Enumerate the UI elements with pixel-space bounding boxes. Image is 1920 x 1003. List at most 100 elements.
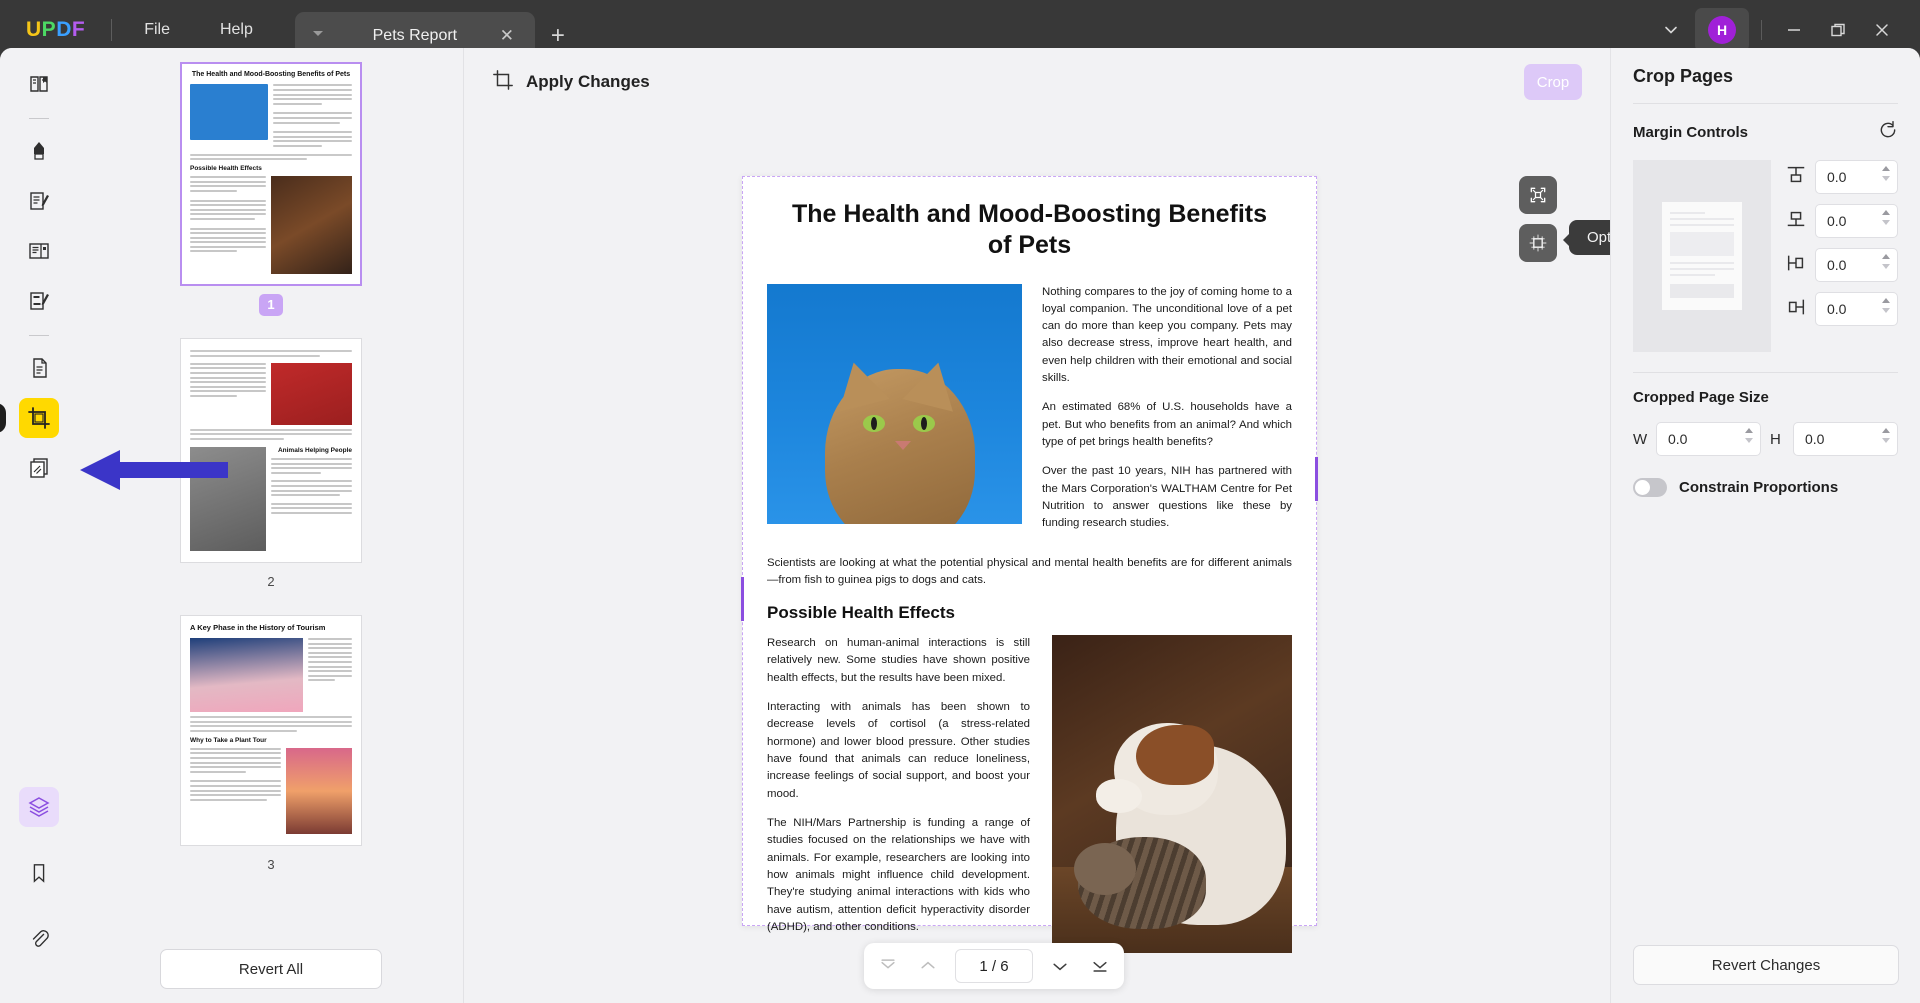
margin-right-input[interactable]: 0.0 — [1815, 292, 1898, 326]
margin-bottom-icon — [1785, 208, 1807, 235]
sidebar-page-layout-icon[interactable] — [19, 231, 59, 271]
rail-separator-1 — [29, 118, 49, 119]
crop-options-button[interactable]: Options — [1519, 220, 1610, 262]
margin-top-row: 0.0 — [1785, 160, 1898, 194]
crop-move-button[interactable] — [1519, 176, 1557, 214]
attachment-icon[interactable] — [19, 919, 59, 959]
chevron-down-icon[interactable] — [1649, 8, 1693, 52]
next-page-button[interactable] — [1043, 949, 1077, 983]
thumb-3-subtitle: Why to Take a Plant Tour — [190, 736, 267, 744]
dog-and-cat-photo — [1052, 634, 1292, 953]
margin-top-input[interactable]: 0.0 — [1815, 160, 1898, 194]
revert-changes-button[interactable]: Revert Changes — [1633, 945, 1899, 985]
first-page-button[interactable] — [871, 949, 905, 983]
margin-left-input[interactable]: 0.0 — [1815, 248, 1898, 282]
height-stepper[interactable] — [1882, 428, 1890, 443]
page-number-input[interactable]: 1 / 6 — [955, 949, 1033, 983]
menu-file[interactable]: File — [126, 13, 188, 47]
margin-top-value: 0.0 — [1827, 169, 1847, 185]
menu-help[interactable]: Help — [202, 13, 271, 47]
sidebar-form-icon[interactable] — [19, 281, 59, 321]
margin-bottom-stepper[interactable] — [1882, 210, 1890, 225]
cropped-page-size-header: Cropped Page Size — [1633, 389, 1898, 406]
thumbnail-number-3: 3 — [267, 856, 275, 872]
crop-button[interactable]: Crop — [1524, 64, 1582, 100]
revert-all-button[interactable]: Revert All — [160, 949, 382, 989]
margin-bottom-row: 0.0 — [1785, 204, 1898, 238]
pdf-page-1[interactable]: The Health and Mood-Boosting Benefits of… — [741, 176, 1318, 953]
margin-top-icon — [1785, 164, 1807, 191]
constrain-proportions-row[interactable]: Constrain Proportions — [1633, 478, 1898, 497]
constrain-proportions-label: Constrain Proportions — [1679, 479, 1839, 496]
margin-bottom-input[interactable]: 0.0 — [1815, 204, 1898, 238]
height-label: H — [1770, 430, 1781, 448]
bookmark-icon[interactable] — [19, 853, 59, 893]
document-paragraph-3: Over the past 10 years, NIH has partnere… — [1042, 465, 1292, 530]
margin-right-stepper[interactable] — [1882, 298, 1890, 313]
crop-apply-icon — [492, 69, 514, 96]
logo-divider — [111, 19, 113, 41]
panel-divider-1 — [1633, 103, 1898, 104]
tab-title: Pets Report — [372, 27, 458, 44]
margin-right-icon — [1785, 296, 1807, 323]
tab-close-icon[interactable]: ✕ — [497, 26, 517, 46]
previous-page-button[interactable] — [911, 949, 945, 983]
constrain-proportions-toggle[interactable] — [1633, 478, 1667, 497]
reset-margins-icon[interactable] — [1878, 120, 1898, 144]
tab-dropdown-caret-icon[interactable] — [312, 31, 323, 36]
margin-left-row: 0.0 — [1785, 248, 1898, 282]
last-page-button[interactable] — [1083, 949, 1117, 983]
layers-icon[interactable] — [19, 787, 59, 827]
apply-changes-button[interactable]: Apply Changes — [492, 69, 650, 96]
document-effects-column: Research on human-animal interactions is… — [767, 635, 1030, 953]
panel-title: Crop Pages — [1633, 66, 1734, 86]
sidebar-reader-icon[interactable] — [19, 64, 59, 104]
width-value: 0.0 — [1668, 431, 1688, 447]
document-section-paragraph-2: Interacting with animals has been shown … — [767, 700, 1030, 800]
margin-left-stepper[interactable] — [1882, 254, 1890, 269]
thumb-2-dogs-image — [271, 362, 352, 425]
crop-float-toolbar: Options — [1519, 176, 1610, 272]
sidebar-annotate-icon[interactable] — [19, 131, 59, 171]
thumbnail-page-3[interactable]: A Key Phase in the History of Tourism Wh… — [180, 614, 362, 846]
annotation-arrow-left — [80, 450, 228, 490]
thumb-1-cat-image — [190, 84, 268, 141]
document-caption: Scientists are looking at what the poten… — [767, 556, 1292, 586]
width-stepper[interactable] — [1745, 428, 1753, 443]
thumb-1-subtitle: Possible Health Effects — [190, 165, 262, 173]
sidebar-organize-icon[interactable] — [19, 348, 59, 388]
rail-active-marker — [0, 403, 6, 433]
cropped-page-size-label: Cropped Page Size — [1633, 389, 1769, 406]
minimize-button[interactable] — [1772, 8, 1816, 52]
height-value: 0.0 — [1805, 431, 1825, 447]
avatar[interactable]: H — [1695, 8, 1749, 52]
thumb-3-title: A Key Phase in the History of Tourism — [190, 622, 326, 632]
sidebar-batch-icon[interactable] — [19, 448, 59, 488]
apply-changes-label: Apply Changes — [526, 72, 650, 91]
margin-top-stepper[interactable] — [1882, 166, 1890, 181]
toggle-knob — [1635, 480, 1650, 495]
margin-left-value: 0.0 — [1827, 257, 1847, 273]
sidebar-crop-icon[interactable] — [19, 398, 59, 438]
margin-right-value: 0.0 — [1827, 301, 1847, 317]
thumb-3-city-image — [190, 638, 304, 713]
close-button[interactable] — [1860, 8, 1904, 52]
document-viewer[interactable]: The Health and Mood-Boosting Benefits of… — [464, 116, 1610, 1003]
document-title: The Health and Mood-Boosting Benefits of… — [792, 200, 1267, 260]
crop-handle-left[interactable] — [741, 577, 744, 621]
thumb-1-text-block — [272, 84, 352, 149]
width-input[interactable]: 0.0 — [1656, 422, 1761, 456]
options-tooltip: Options — [1563, 220, 1610, 255]
document-intro-column: Nothing compares to the joy of coming ho… — [1042, 284, 1292, 545]
margin-left-icon — [1785, 252, 1807, 279]
maximize-button[interactable] — [1816, 8, 1860, 52]
cat-photo — [767, 283, 1022, 524]
thumbnail-page-1[interactable]: The Health and Mood-Boosting Benefits of… — [180, 62, 362, 287]
thumb-2-subtitle: Animals Helping People — [277, 446, 352, 454]
page-preview-thumbnail — [1633, 160, 1771, 352]
sidebar-edit-icon[interactable] — [19, 181, 59, 221]
crop-handle-right[interactable] — [1315, 457, 1318, 501]
page-navigation: 1 / 6 — [864, 943, 1124, 989]
height-input[interactable]: 0.0 — [1793, 422, 1898, 456]
thumbnail-number-2: 2 — [267, 573, 275, 589]
